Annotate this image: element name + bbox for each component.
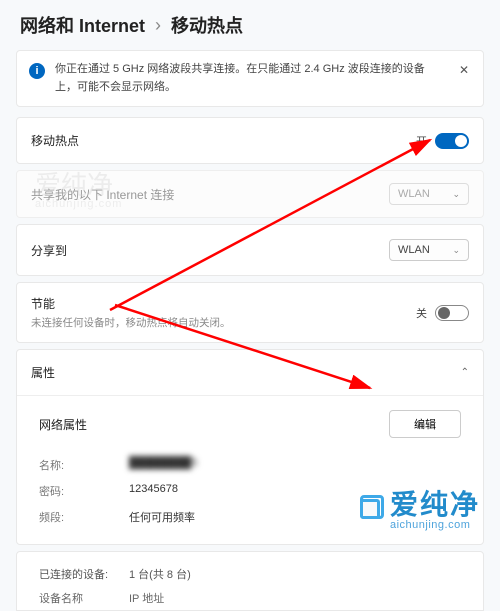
share-from-value: WLAN [398, 188, 430, 200]
prop-name-value: ████████5 [129, 457, 197, 473]
properties-card: 属性 ⌃ 网络属性 编辑 名称: ████████5 密码: 12345678 … [16, 349, 484, 545]
hotspot-toggle[interactable] [435, 133, 469, 149]
devices-col-ip: IP 地址 [129, 590, 164, 606]
network-properties-title: 网络属性 [39, 416, 389, 433]
chevron-up-icon: ⌃ [461, 367, 469, 378]
share-from-label: 共享我的以下 Internet 连接 [31, 186, 389, 203]
edit-button[interactable]: 编辑 [389, 410, 461, 438]
breadcrumb-parent[interactable]: 网络和 Internet [20, 12, 145, 38]
power-state-text: 关 [416, 305, 427, 321]
share-to-card: 分享到 WLAN ⌄ [16, 224, 484, 276]
chevron-down-icon: ⌄ [452, 189, 460, 200]
prop-password-key: 密码: [39, 483, 129, 499]
connected-devices-key: 已连接的设备: [39, 566, 129, 582]
power-label: 节能 [31, 295, 416, 312]
prop-password-value: 12345678 [129, 483, 178, 499]
hotspot-state-text: 开 [416, 133, 427, 149]
devices-col-name: 设备名称 [39, 590, 129, 606]
prop-name-key: 名称: [39, 457, 129, 473]
prop-band-key: 频段: [39, 509, 129, 525]
power-sub: 未连接任何设备时，移动热点将自动关闭。 [31, 315, 416, 330]
breadcrumb: 网络和 Internet › 移动热点 [0, 0, 500, 48]
power-toggle[interactable] [435, 305, 469, 321]
share-to-select[interactable]: WLAN ⌄ [389, 239, 469, 261]
breadcrumb-current: 移动热点 [171, 12, 243, 38]
connected-devices-value: 1 台(共 8 台) [129, 566, 191, 582]
share-from-select: WLAN ⌄ [389, 183, 469, 205]
info-banner-text: 你正在通过 5 GHz 网络波段共享连接。在只能通过 2.4 GHz 波段连接的… [55, 61, 445, 96]
prop-band-row: 频段: 任何可用频率 [39, 504, 461, 530]
prop-name-row: 名称: ████████5 [39, 452, 461, 478]
properties-header[interactable]: 属性 ⌃ [17, 350, 483, 395]
share-to-value: WLAN [398, 244, 430, 256]
prop-password-row: 密码: 12345678 [39, 478, 461, 504]
share-from-card: 共享我的以下 Internet 连接 WLAN ⌄ [16, 170, 484, 218]
devices-table-header: 设备名称 IP 地址 [39, 586, 461, 610]
hotspot-label: 移动热点 [31, 132, 416, 149]
info-icon: i [29, 63, 45, 79]
prop-band-value: 任何可用频率 [129, 509, 195, 525]
chevron-down-icon: ⌄ [452, 245, 460, 256]
share-to-label: 分享到 [31, 242, 389, 259]
hotspot-card: 移动热点 开 [16, 117, 484, 164]
close-icon[interactable]: ✕ [455, 61, 473, 79]
chevron-right-icon: › [155, 15, 161, 36]
devices-card: 已连接的设备: 1 台(共 8 台) 设备名称 IP 地址 [16, 551, 484, 611]
power-card: 节能 未连接任何设备时，移动热点将自动关闭。 关 [16, 282, 484, 343]
connected-devices-row: 已连接的设备: 1 台(共 8 台) [39, 562, 461, 586]
properties-body: 网络属性 编辑 名称: ████████5 密码: 12345678 频段: 任… [17, 395, 483, 544]
info-banner: i 你正在通过 5 GHz 网络波段共享连接。在只能通过 2.4 GHz 波段连… [16, 50, 484, 107]
properties-header-label: 属性 [31, 364, 461, 381]
